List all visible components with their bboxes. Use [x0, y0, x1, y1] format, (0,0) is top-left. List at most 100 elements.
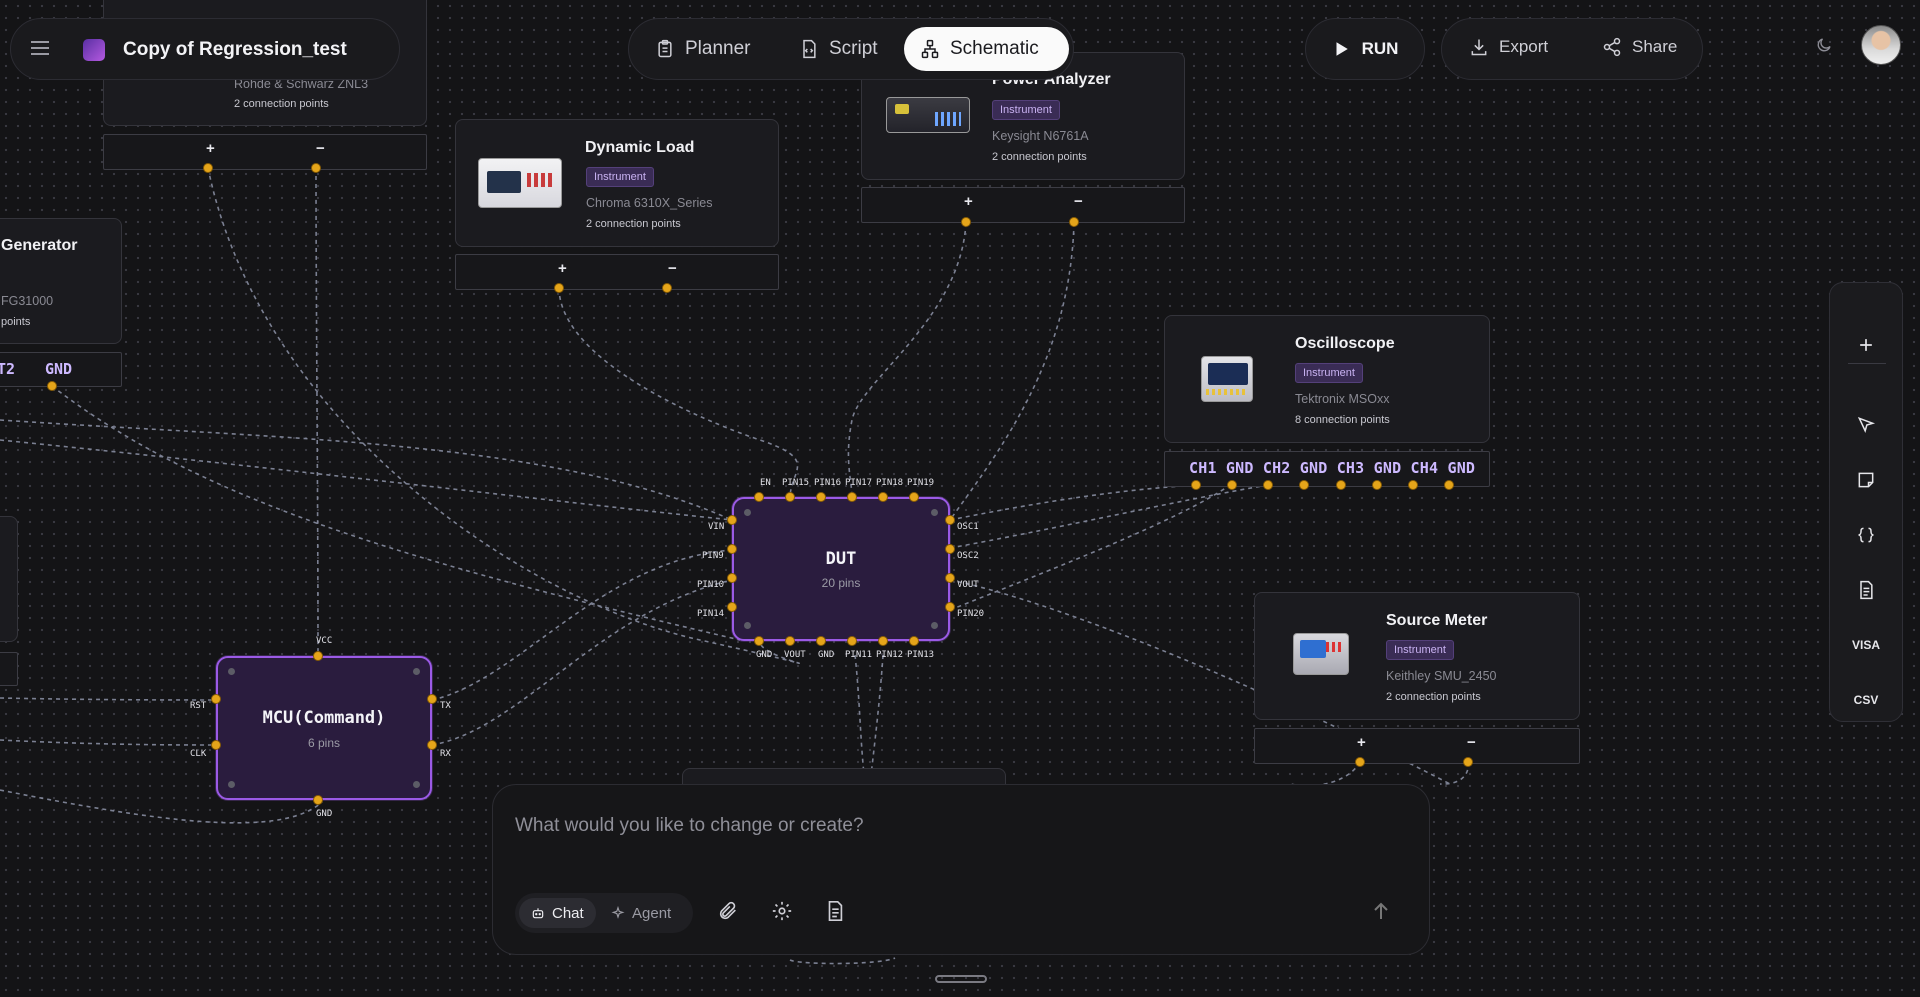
theme-toggle-icon[interactable] — [1815, 36, 1833, 54]
pin-connector-ch2[interactable] — [1263, 480, 1273, 490]
export-label: Export — [1499, 37, 1549, 56]
drag-handle[interactable] — [935, 975, 987, 983]
instrument-card-oscilloscope[interactable]: Oscilloscope Instrument Tektronix MSOxx … — [1164, 315, 1490, 443]
instrument-connections: 2 connection points — [1386, 691, 1481, 703]
pin-label: PIN10 — [697, 580, 725, 590]
tab-script[interactable]: Script — [783, 27, 894, 71]
offscreen-card[interactable] — [0, 516, 18, 642]
dut-chip[interactable]: DUT 20 pins — [732, 497, 950, 641]
menu-icon[interactable] — [31, 41, 49, 55]
chat-input[interactable]: What would you like to change or create? — [515, 815, 864, 837]
tab-schematic[interactable]: Schematic — [904, 27, 1069, 71]
visa-button[interactable]: VISA — [1830, 625, 1902, 665]
pin-connector[interactable] — [727, 544, 737, 554]
pin-connector[interactable] — [847, 636, 857, 646]
agent-mode-button[interactable]: Agent — [599, 898, 683, 928]
wire — [0, 419, 733, 521]
pin-connector[interactable] — [313, 651, 323, 661]
pin-connector[interactable] — [727, 515, 737, 525]
pin-connector-ch4[interactable] — [1408, 480, 1418, 490]
pin-connector[interactable] — [754, 492, 764, 502]
chip-corner — [744, 622, 751, 629]
export-button[interactable]: Export — [1469, 37, 1548, 57]
pin-label-minus: − — [1467, 734, 1476, 751]
pin-label-plus: + — [964, 193, 973, 210]
pin-label: PIN13 — [907, 650, 935, 660]
settings-gear-icon[interactable] — [771, 900, 793, 922]
instrument-card-generator[interactable]: Generator FG31000 points — [0, 218, 122, 344]
actions-group: Export Share — [1441, 18, 1703, 80]
share-button[interactable]: Share — [1602, 37, 1677, 57]
pin-connector[interactable] — [211, 694, 221, 704]
pin-connector[interactable] — [785, 636, 795, 646]
pin-connector-gnd[interactable] — [1372, 480, 1382, 490]
pin-connector[interactable] — [816, 492, 826, 502]
pin-connector[interactable] — [1355, 757, 1365, 767]
pin-label: VIN — [708, 522, 725, 532]
pin-label-minus: − — [316, 140, 325, 157]
pin-label: OSC2 — [957, 551, 979, 561]
pin-connector[interactable] — [203, 163, 213, 173]
instrument-thumbnail — [886, 97, 970, 133]
pin-connector-gnd[interactable] — [1444, 480, 1454, 490]
pin-label-gnd: GND — [45, 360, 73, 378]
instrument-model: Tektronix MSOxx — [1295, 392, 1390, 406]
pin-connector[interactable] — [211, 740, 221, 750]
pin-connector[interactable] — [945, 515, 955, 525]
user-avatar[interactable] — [1861, 25, 1901, 65]
pin-connector[interactable] — [847, 492, 857, 502]
csv-button[interactable]: CSV — [1830, 680, 1902, 720]
pin-connector[interactable] — [945, 573, 955, 583]
document-tool-button[interactable] — [1830, 570, 1902, 610]
pin-connector[interactable] — [1463, 757, 1473, 767]
wire — [431, 549, 733, 701]
attach-icon[interactable] — [717, 900, 739, 922]
pin-connector[interactable] — [878, 492, 888, 502]
pin-label: PIN17 — [845, 478, 873, 488]
pin-connector[interactable] — [961, 217, 971, 227]
add-node-button[interactable] — [1830, 325, 1902, 365]
pin-connector[interactable] — [754, 636, 764, 646]
note-tool-button[interactable] — [1830, 460, 1902, 500]
pin-connector[interactable] — [313, 795, 323, 805]
instrument-card-source-meter[interactable]: Source Meter Instrument Keithley SMU_245… — [1254, 592, 1580, 720]
pin-connector-gnd[interactable] — [1227, 480, 1237, 490]
instrument-pinbar: + − — [861, 187, 1185, 223]
pin-connector[interactable] — [727, 573, 737, 583]
wire — [789, 957, 896, 965]
pin-connector[interactable] — [909, 636, 919, 646]
pin-connector[interactable] — [427, 694, 437, 704]
document-icon[interactable] — [824, 900, 846, 922]
pin-connector[interactable] — [727, 602, 737, 612]
instrument-connections: 2 connection points — [586, 218, 681, 230]
pin-connector-ch1[interactable] — [1191, 480, 1201, 490]
pin-connector[interactable] — [878, 636, 888, 646]
pin-connector[interactable] — [785, 492, 795, 502]
tab-label: Planner — [685, 38, 751, 59]
pin-connector[interactable] — [1069, 217, 1079, 227]
schematic-canvas[interactable]: Rohde & Schwarz ZNL3 2 connection points… — [0, 0, 1920, 997]
pin-connector[interactable] — [662, 283, 672, 293]
pin-connector[interactable] — [427, 740, 437, 750]
send-arrow-icon[interactable] — [1369, 899, 1393, 923]
code-tool-button[interactable] — [1830, 515, 1902, 555]
run-button[interactable]: RUN — [1305, 18, 1425, 80]
pin-connector[interactable] — [909, 492, 919, 502]
pin-connector[interactable] — [816, 636, 826, 646]
pin-connector[interactable] — [47, 381, 57, 391]
chat-panel: What would you like to change or create?… — [492, 784, 1430, 955]
pin-connector-ch3[interactable] — [1336, 480, 1346, 490]
instrument-card-dynamic-load[interactable]: Dynamic Load Instrument Chroma 6310X_Ser… — [455, 119, 779, 247]
project-title[interactable]: Copy of Regression_test — [123, 39, 347, 61]
pin-connector[interactable] — [945, 544, 955, 554]
select-tool-button[interactable] — [1830, 405, 1902, 445]
tab-planner[interactable]: Planner — [639, 27, 767, 71]
pin-connector[interactable] — [945, 602, 955, 612]
chip-corner — [931, 622, 938, 629]
mcu-chip[interactable]: MCU(Command) 6 pins — [216, 656, 432, 800]
pin-connector[interactable] — [554, 283, 564, 293]
script-file-icon — [803, 39, 816, 59]
pin-connector[interactable] — [311, 163, 321, 173]
pin-connector-gnd[interactable] — [1299, 480, 1309, 490]
chat-mode-button[interactable]: Chat — [519, 898, 596, 928]
